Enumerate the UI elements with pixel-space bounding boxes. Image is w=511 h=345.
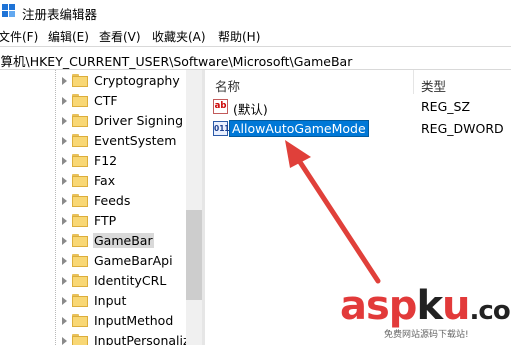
tree-item[interactable]: Driver Signing xyxy=(0,111,186,131)
folder-icon xyxy=(72,274,88,287)
folder-icon xyxy=(72,154,88,167)
folder-icon xyxy=(72,234,88,247)
folder-icon xyxy=(72,314,88,327)
watermark-logo: aspku.com 免费网站源码下载站! xyxy=(340,283,511,345)
tree-item[interactable]: GameBar xyxy=(0,231,186,251)
tree-scroll-thumb[interactable] xyxy=(186,210,202,300)
expand-arrow-icon[interactable] xyxy=(62,257,67,265)
value-name: (默认) xyxy=(233,102,268,117)
folder-icon xyxy=(72,74,88,87)
folder-icon xyxy=(72,114,88,127)
menu-view[interactable]: 查看(V) xyxy=(99,28,141,45)
tree-item-label: Fax xyxy=(94,173,116,188)
expand-arrow-icon[interactable] xyxy=(62,197,67,205)
tree-item[interactable]: CTF xyxy=(0,91,186,111)
column-separator[interactable] xyxy=(413,70,414,94)
tree-item-label: FTP xyxy=(94,213,117,228)
expand-arrow-icon[interactable] xyxy=(62,317,67,325)
tree-item-label: CTF xyxy=(94,93,118,108)
tree-item-label: IdentityCRL xyxy=(94,273,167,288)
tree-item[interactable]: Input xyxy=(0,291,186,311)
tree-item[interactable]: InputMethod xyxy=(0,311,186,331)
value-type: REG_DWORD xyxy=(421,121,504,136)
regedit-icon xyxy=(2,4,15,17)
expand-arrow-icon[interactable] xyxy=(62,117,67,125)
tree-item[interactable]: Feeds xyxy=(0,191,186,211)
expand-arrow-icon[interactable] xyxy=(62,157,67,165)
tree-item-label: Input xyxy=(94,293,127,308)
tree-item[interactable]: FTP xyxy=(0,211,186,231)
expand-arrow-icon[interactable] xyxy=(62,97,67,105)
expand-arrow-icon[interactable] xyxy=(62,137,67,145)
key-tree[interactable]: Cryptography CTF Driver Signing EventSystem… xyxy=(0,70,202,345)
tree-item-label: GameBarApi xyxy=(94,253,173,268)
expand-arrow-icon[interactable] xyxy=(62,77,67,85)
tree-item-label: Cryptography xyxy=(94,73,180,88)
folder-icon xyxy=(72,134,88,147)
tree-item-label: Feeds xyxy=(94,193,131,208)
value-type: REG_SZ xyxy=(421,99,471,114)
title-bar: 注册表编辑器 xyxy=(0,0,511,26)
tree-scrollbar[interactable] xyxy=(186,70,202,345)
tree-item[interactable]: EventSystem xyxy=(0,131,186,151)
string-value-icon: ab xyxy=(213,99,228,114)
value-name-edit-field[interactable]: AllowAutoGameMode xyxy=(229,120,369,137)
tree-item-label: F12 xyxy=(94,153,118,168)
window-title: 注册表编辑器 xyxy=(22,7,98,22)
menu-help[interactable]: 帮助(H) xyxy=(218,28,260,45)
folder-icon xyxy=(72,214,88,227)
tree-item[interactable]: Cryptography xyxy=(0,71,186,91)
tree-item-label: GameBar xyxy=(93,233,154,248)
folder-icon xyxy=(72,294,88,307)
value-row-default[interactable]: ab (默认) REG_SZ xyxy=(205,97,511,117)
dword-value-icon: 011 xyxy=(213,121,230,136)
column-header-name[interactable]: 名称 xyxy=(215,76,240,95)
expand-arrow-icon[interactable] xyxy=(62,297,67,305)
menu-edit[interactable]: 编辑(E) xyxy=(48,28,89,45)
tree-item[interactable]: InputPersonaliza xyxy=(0,331,197,345)
menu-file[interactable]: 文件(F) xyxy=(0,28,38,45)
tree-item[interactable]: F12 xyxy=(0,151,186,171)
tree-item-label: Driver Signing xyxy=(94,113,184,128)
folder-icon xyxy=(72,334,88,345)
value-row-allowautogamemode[interactable]: 011 AllowAutoGameMode REG_DWORD xyxy=(205,119,511,139)
address-path[interactable]: 计算机\HKEY_CURRENT_USER\Software\Microsoft… xyxy=(0,51,352,70)
expand-arrow-icon[interactable] xyxy=(62,177,67,185)
expand-arrow-icon[interactable] xyxy=(62,337,67,345)
expand-arrow-icon[interactable] xyxy=(62,237,67,245)
tree-item-label: EventSystem xyxy=(94,133,177,148)
folder-icon xyxy=(72,174,88,187)
watermark-text: aspku.com xyxy=(340,283,511,329)
folder-icon xyxy=(72,94,88,107)
menu-bar: 文件(F) 编辑(E) 查看(V) 收藏夹(A) 帮助(H) xyxy=(0,26,511,46)
tree-item-label: InputPersonaliza xyxy=(94,333,198,345)
folder-icon xyxy=(72,254,88,267)
expand-arrow-icon[interactable] xyxy=(62,217,67,225)
folder-icon xyxy=(72,194,88,207)
tree-item[interactable]: GameBarApi xyxy=(0,251,186,271)
expand-arrow-icon[interactable] xyxy=(62,277,67,285)
tree-item-label: InputMethod xyxy=(94,313,174,328)
tree-item[interactable]: IdentityCRL xyxy=(0,271,186,291)
menu-favorites[interactable]: 收藏夹(A) xyxy=(152,28,206,45)
address-bar[interactable]: 计算机\HKEY_CURRENT_USER\Software\Microsoft… xyxy=(0,46,511,70)
column-header-type[interactable]: 类型 xyxy=(421,76,446,95)
tree-item[interactable]: Fax xyxy=(0,171,186,191)
watermark-subtitle: 免费网站源码下载站! xyxy=(384,330,469,340)
